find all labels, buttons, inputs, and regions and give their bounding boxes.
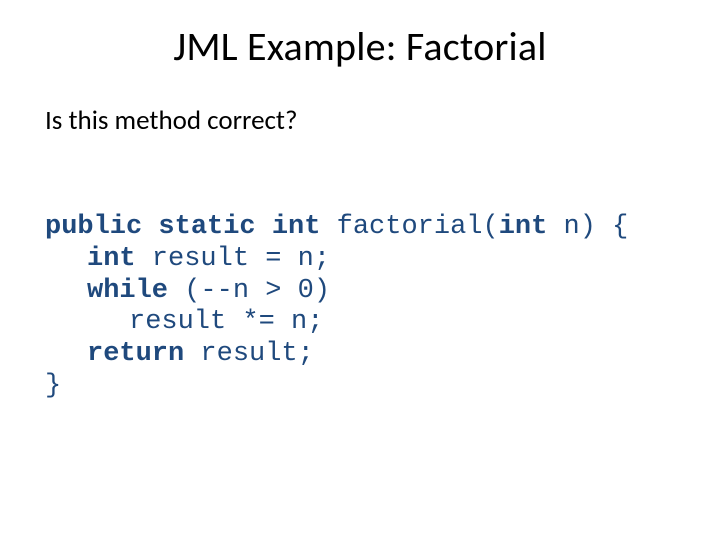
code-text: (--n > 0)	[168, 276, 330, 306]
slide-subtitle: Is this method correct?	[45, 104, 297, 137]
kw-int: int	[499, 212, 548, 242]
kw-while: while	[87, 276, 168, 306]
kw-static: static	[158, 212, 255, 242]
slide: JML Example: Factorial Is this method co…	[0, 0, 720, 540]
code-text: n) {	[547, 212, 628, 242]
kw-public: public	[45, 212, 142, 242]
kw-int: int	[87, 244, 136, 274]
code-text: result *= n;	[129, 307, 323, 337]
code-block: public static int factorial(int n) { int…	[45, 180, 628, 403]
kw-return: return	[87, 339, 184, 369]
code-text: result;	[184, 339, 314, 369]
code-text: }	[45, 371, 61, 401]
slide-title: JML Example: Factorial	[0, 0, 720, 71]
kw-int: int	[272, 212, 321, 242]
code-text: factorial(	[320, 212, 498, 242]
code-text: result = n;	[136, 244, 330, 274]
